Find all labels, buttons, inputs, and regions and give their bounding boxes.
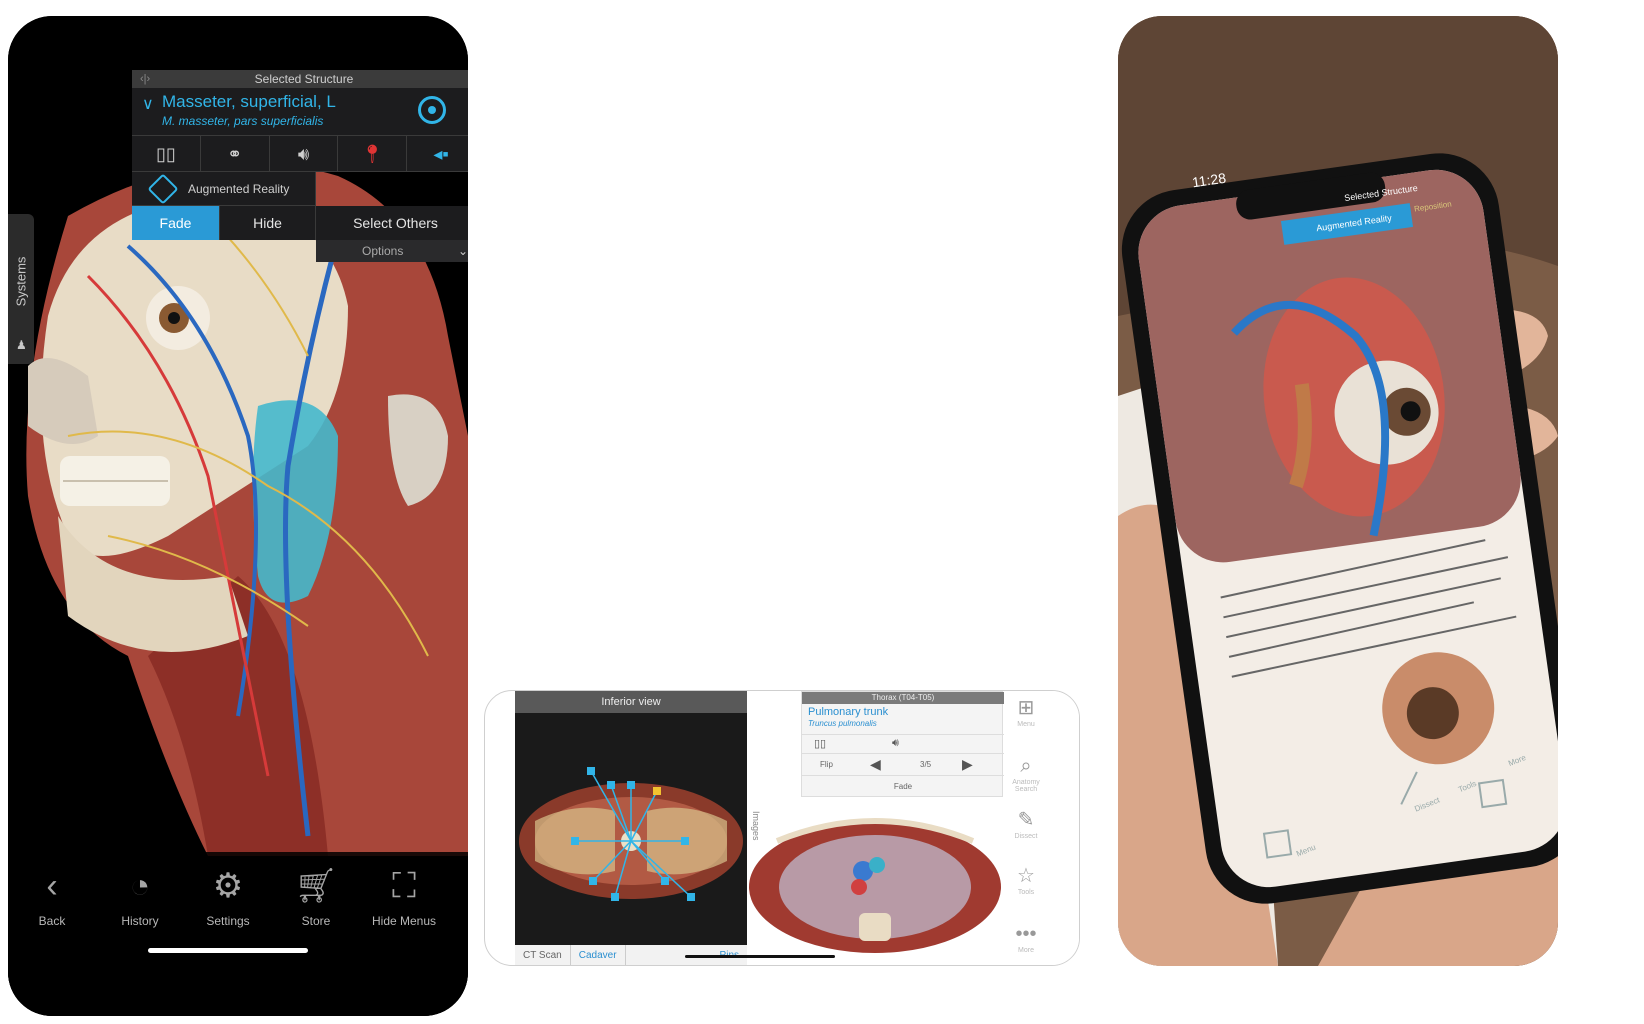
select-others-button[interactable]: Select Others (316, 206, 468, 240)
structure-info: ∨ Masseter, superficial, L M. masseter, … (132, 88, 468, 136)
left-phone-screenshot: ‹|› Selected Structure ∨ Masseter, super… (8, 16, 468, 1016)
reposition-icon[interactable]: ◂▪ (407, 136, 468, 171)
book-icon[interactable]: ▯▯ (132, 136, 201, 171)
cross-section-image[interactable] (515, 761, 747, 911)
hand-holding-phone-photo (1118, 16, 1558, 966)
previous-arrow-icon[interactable]: ◀ (870, 756, 881, 773)
options-dropdown[interactable]: Options ⌄ (316, 240, 468, 262)
speaker-icon[interactable]: 🔊︎ (270, 136, 339, 171)
tablet-screenshot: Inferior view CT Scan Cadaver Images Tho… (484, 690, 1080, 966)
cadaver-tab[interactable]: Cadaver (571, 945, 626, 965)
hide-menus-icon: ⛶ (392, 867, 416, 905)
tools-icon: ☆ (1017, 865, 1035, 887)
book-icon[interactable]: ▯▯ (814, 737, 826, 750)
flip-button[interactable]: Flip (820, 760, 833, 769)
anatomy-search-label: Anatomy Search (1012, 779, 1040, 793)
store-button[interactable]: 🛒︎ Store (272, 862, 360, 928)
inferior-view-title: Inferior view (515, 691, 747, 713)
ar-label: Augmented Reality (188, 182, 290, 196)
nav-label-settings: Settings (206, 914, 250, 928)
next-arrow-icon[interactable]: ▶ (962, 756, 973, 773)
fade-button[interactable]: Fade (132, 206, 220, 240)
search-icon: ⌕ (1020, 755, 1032, 777)
pin-icon[interactable]: 📍︎ (338, 136, 408, 171)
gear-icon: ⚙ (212, 867, 244, 905)
target-focus-icon[interactable] (418, 96, 446, 124)
thorax-pane: Images Thorax (T04-T05) Pulmonary trunk … (747, 691, 1079, 965)
home-indicator[interactable] (148, 948, 308, 953)
structure-toolbar: ▯▯ ⚭ 🔊︎ 📍︎ ◂▪ (132, 136, 468, 172)
ar-photo: 11:28 Selected Structure Augmented Reali… (1118, 16, 1558, 966)
dissect-label: Dissect (1014, 833, 1038, 840)
visibility-row: Fade Hide Select Others (132, 206, 468, 240)
structure-latin-name: Truncus pulmonalis (808, 719, 877, 728)
selected-structure-panel: ‹|› Selected Structure ∨ Masseter, super… (132, 70, 468, 290)
speaker-icon[interactable]: 🔊︎ (892, 737, 899, 750)
options-label: Options (362, 244, 404, 258)
back-button[interactable]: ‹ Back (8, 862, 96, 928)
nav-label-back: Back (38, 914, 66, 928)
chevron-down-icon[interactable]: ∨ (142, 94, 154, 114)
images-tab[interactable]: Images (747, 811, 765, 851)
flip-row: Flip ◀ 3/5 ▶ (802, 754, 1004, 776)
structure-name[interactable]: Pulmonary trunk (808, 706, 888, 718)
thorax-title: Thorax (T04-T05) (802, 692, 1004, 704)
history-button[interactable]: ◔ History (96, 862, 184, 928)
history-icon: ◔ (129, 867, 151, 905)
dissect-button[interactable]: ✎ Dissect (1003, 807, 1049, 840)
ar-cube-icon (147, 173, 179, 205)
tools-label: Tools (1017, 889, 1035, 896)
inferior-view-pane: Inferior view CT Scan Cadaver (515, 691, 747, 965)
menu-label: Menu (1017, 721, 1035, 728)
panel-title-bar: ‹|› Selected Structure (132, 70, 468, 88)
structure-toolbar: ▯▯ 🔊︎ (802, 734, 1004, 754)
person-icon: ♟ (16, 338, 27, 352)
hide-menus-button[interactable]: ⛶ Hide Menus (360, 862, 448, 928)
nav-label-store: Store (301, 914, 331, 928)
images-label: Images (751, 811, 761, 841)
back-chevron-icon: ‹ (46, 867, 58, 905)
tools-button[interactable]: ☆ Tools (1003, 863, 1049, 896)
ct-scan-tab[interactable]: CT Scan (515, 945, 571, 965)
nav-label-history: History (121, 914, 159, 928)
nav-label-hide-menus: Hide Menus (371, 914, 437, 928)
thorax-model[interactable] (747, 801, 1003, 953)
systems-tab[interactable]: Systems ♟ (8, 214, 34, 364)
home-indicator[interactable] (685, 955, 835, 958)
connections-icon[interactable]: ⚭ (201, 136, 270, 171)
scalpel-icon: ✎ (1017, 809, 1035, 831)
cart-icon: 🛒︎ (294, 867, 338, 905)
more-button[interactable]: ••• More (1003, 921, 1049, 954)
structure-latin-name: M. masseter, pars superficialis (162, 114, 324, 128)
panel-title: Selected Structure (254, 72, 354, 86)
side-menu: ⊞ Menu ⌕ Anatomy Search ✎ Dissect ☆ Tool… (1003, 691, 1049, 965)
menu-button[interactable]: ⊞ Menu (1003, 695, 1049, 728)
settings-button[interactable]: ⚙ Settings (184, 862, 272, 928)
more-icon: ••• (1015, 923, 1037, 945)
chevron-down-icon: ⌄ (457, 244, 468, 258)
more-label: More (1018, 947, 1034, 954)
structure-name[interactable]: Masseter, superficial, L (162, 92, 336, 112)
collapse-arrows-icon[interactable]: ‹|› (140, 70, 150, 88)
anatomy-search-button[interactable]: ⌕ Anatomy Search (1003, 753, 1049, 793)
structure-panel: Thorax (T04-T05) Pulmonary trunk Truncus… (801, 691, 1004, 798)
page-indicator: 3/5 (920, 760, 932, 769)
grid-icon: ⊞ (1017, 697, 1035, 719)
bottom-navigation: ‹ Back ◔ History ⚙ Settings 🛒︎ Store ⛶ H… (8, 852, 468, 1016)
systems-label: Systems (13, 256, 29, 307)
augmented-reality-button[interactable]: Augmented Reality (132, 172, 316, 206)
hide-button[interactable]: Hide (220, 206, 316, 240)
fade-button[interactable]: Fade (802, 776, 1004, 798)
